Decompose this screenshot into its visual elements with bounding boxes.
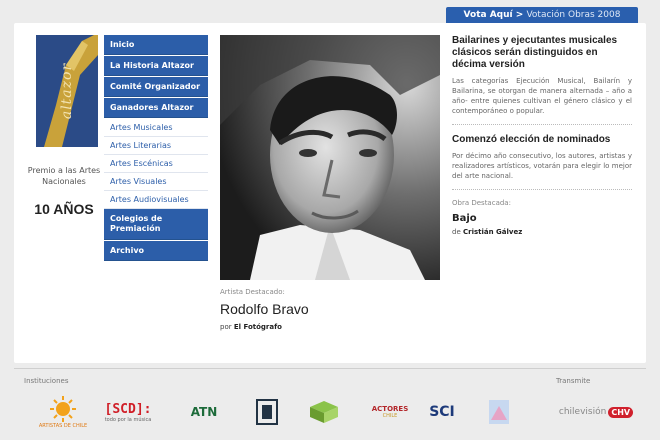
anniversary-label: 10 AÑOS [34,201,94,217]
news-item: Bailarines y ejecutantes musicales clási… [452,35,632,125]
nav-inicio[interactable]: Inicio [104,35,208,55]
broadcast-label: Transmite [556,377,591,385]
scd-logo[interactable]: [SCD]: todo por la música [100,392,156,432]
book-icon [310,401,338,423]
featured-work: Obra Destacada: Bajo de Cristián Gálvez [452,199,632,236]
chilevision-logo[interactable]: chilevisión CHV [556,392,636,432]
featured-work-label: Obra Destacada: [452,199,511,207]
featured-artist-photo[interactable] [220,35,440,280]
artist-credit-name[interactable]: El Fotógrafo [234,323,282,331]
logo-column: altazor Premio a las Artes Nacionales 10… [26,35,102,217]
sponsor-divider [14,368,646,369]
actores-logo[interactable]: ACTORES CHILE [368,392,412,432]
vote-banner-link[interactable]: Vota Aquí > Votación Obras 2008 [446,7,638,23]
unia-logo[interactable]: ARTISTAS DE CHILE [38,392,88,432]
actores-sub: CHILE [382,413,398,419]
nav-ganadores[interactable]: Ganadores Altazor [104,98,208,118]
chilevision-wordmark: chilevisión [558,407,607,417]
vote-separator: > [515,10,524,20]
actores-wordmark: ACTORES [371,405,409,413]
artist-caption: Artista Destacado: Rodolfo Bravo por El … [220,288,440,331]
main-navigation: Inicio La Historia Altazor Comité Organi… [104,35,208,262]
sci-wordmark: SCI [429,404,455,420]
news-summary: Las categorías Ejecución Musical, Bailar… [452,77,632,115]
news-summary: Por décimo año consecutivo, los autores,… [452,152,632,180]
nav-sub-audiovisuales[interactable]: Artes Audiovisuales [104,191,208,209]
featured-work-title[interactable]: Bajo [452,213,632,224]
scd-wordmark: [SCD]: [104,401,152,417]
chv-badge: CHV [608,406,634,418]
nav-comite[interactable]: Comité Organizador [104,77,208,97]
featured-work-credit: de Cristián Gálvez [452,228,632,236]
nav-archivo[interactable]: Archivo [104,241,208,261]
institutions-label: Instituciones [24,377,69,385]
shield-icon [256,399,278,425]
news-headline[interactable]: Comenzó elección de nominados [452,134,632,146]
artist-credit-prefix: por [220,323,232,331]
nav-sub-literarias[interactable]: Artes Literarias [104,137,208,155]
news-item: Comenzó elección de nominados Por décimo… [452,134,632,190]
art-icon [489,400,509,424]
vote-primary: Vota Aquí [463,10,513,20]
unia-caption: ARTISTAS DE CHILE [38,423,88,429]
featured-credit-prefix: de [452,228,461,236]
scd-tagline: todo por la música [104,416,152,423]
news-headline[interactable]: Bailarines y ejecutantes musicales clási… [452,35,632,71]
institution-logo-book[interactable] [306,392,342,432]
main-panel: altazor Premio a las Artes Nacionales 10… [14,23,646,363]
atn-logo[interactable]: ATN [180,392,228,432]
artist-portrait-image [220,35,440,280]
vote-secondary: Votación Obras 2008 [526,10,621,20]
atn-wordmark: ATN [190,405,218,419]
artist-kicker: Artista Destacado: [220,288,285,296]
featured-credit-name[interactable]: Cristián Gálvez [463,228,522,236]
news-column: Bailarines y ejecutantes musicales clási… [452,35,632,236]
artist-credit: por El Fotógrafo [220,323,440,331]
altazor-logo[interactable]: altazor [36,35,98,147]
nav-sub-visuales[interactable]: Artes Visuales [104,173,208,191]
institution-logo-art[interactable] [484,392,514,432]
nav-sub-musicales[interactable]: Artes Musicales [104,119,208,137]
logo-wordmark: altazor [59,62,76,120]
nav-historia[interactable]: La Historia Altazor [104,56,208,76]
institution-logo-shield[interactable] [252,392,282,432]
sun-icon [50,396,76,422]
prize-caption: Premio a las Artes Nacionales [27,166,101,186]
nav-colegios[interactable]: Colegios de Premiación [104,209,208,240]
artist-name[interactable]: Rodolfo Bravo [220,301,440,317]
sci-logo[interactable]: SCI [422,392,462,432]
nav-sub-escenicas[interactable]: Artes Escénicas [104,155,208,173]
